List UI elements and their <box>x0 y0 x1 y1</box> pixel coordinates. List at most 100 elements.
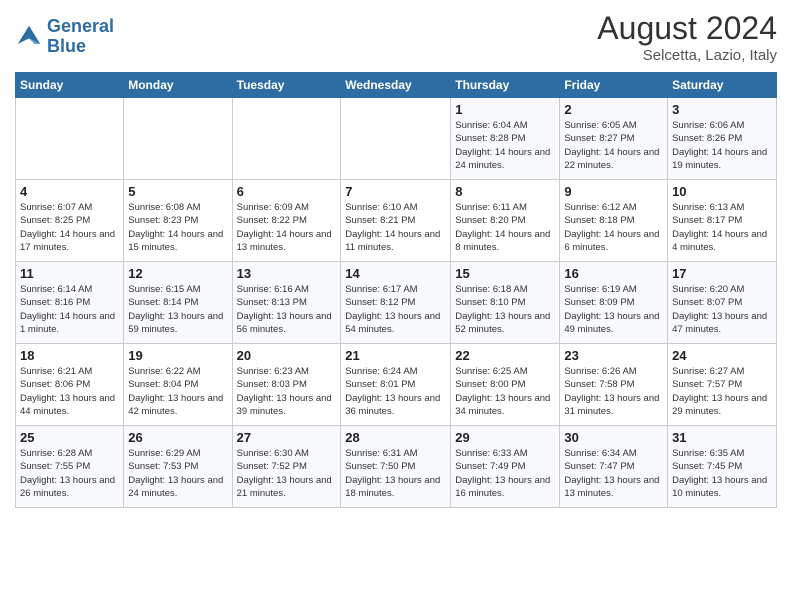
day-info: Sunrise: 6:28 AM <box>20 447 119 460</box>
day-info: Daylight: 13 hours and 54 minutes. <box>345 310 446 337</box>
col-monday: Monday <box>124 73 232 98</box>
day-info: Daylight: 14 hours and 4 minutes. <box>672 228 772 255</box>
day-info: Sunset: 8:10 PM <box>455 296 555 309</box>
day-info: Sunrise: 6:09 AM <box>237 201 337 214</box>
day-cell <box>16 98 124 180</box>
day-info: Daylight: 13 hours and 16 minutes. <box>455 474 555 501</box>
day-info: Sunset: 8:06 PM <box>20 378 119 391</box>
day-info: Sunset: 8:17 PM <box>672 214 772 227</box>
day-cell: 17Sunrise: 6:20 AMSunset: 8:07 PMDayligh… <box>668 262 777 344</box>
day-info: Sunset: 8:13 PM <box>237 296 337 309</box>
day-info: Daylight: 14 hours and 11 minutes. <box>345 228 446 255</box>
day-info: Sunrise: 6:16 AM <box>237 283 337 296</box>
day-info: Daylight: 14 hours and 6 minutes. <box>564 228 663 255</box>
day-cell: 5Sunrise: 6:08 AMSunset: 8:23 PMDaylight… <box>124 180 232 262</box>
day-info: Sunrise: 6:33 AM <box>455 447 555 460</box>
page: General Blue August 2024 Selcetta, Lazio… <box>0 0 792 612</box>
day-info: Sunrise: 6:18 AM <box>455 283 555 296</box>
day-cell: 12Sunrise: 6:15 AMSunset: 8:14 PMDayligh… <box>124 262 232 344</box>
calendar-header: Sunday Monday Tuesday Wednesday Thursday… <box>16 73 777 98</box>
day-info: Sunset: 7:53 PM <box>128 460 227 473</box>
day-info: Daylight: 13 hours and 13 minutes. <box>564 474 663 501</box>
title-block: August 2024 Selcetta, Lazio, Italy <box>597 10 777 64</box>
day-info: Sunset: 8:26 PM <box>672 132 772 145</box>
day-info: Sunset: 8:18 PM <box>564 214 663 227</box>
col-tuesday: Tuesday <box>232 73 341 98</box>
day-cell: 29 Sunrise: 6:33 AMSunset: 7:49 PMDayligh… <box>451 426 560 508</box>
day-number: 6 <box>237 184 337 199</box>
day-info: Daylight: 13 hours and 44 minutes. <box>20 392 119 419</box>
day-info: Sunset: 8:04 PM <box>128 378 227 391</box>
day-info: Daylight: 13 hours and 52 minutes. <box>455 310 555 337</box>
day-info: Sunrise: 6:04 AM <box>455 119 555 132</box>
day-info: Sunset: 8:22 PM <box>237 214 337 227</box>
day-info: Sunset: 8:28 PM <box>455 132 555 145</box>
day-info: Sunrise: 6:19 AM <box>564 283 663 296</box>
day-info: Sunrise: 6:22 AM <box>128 365 227 378</box>
day-info: Sunrise: 6:31 AM <box>345 447 446 460</box>
logo-line2: Blue <box>47 36 86 56</box>
day-info: Daylight: 14 hours and 15 minutes. <box>128 228 227 255</box>
day-number: 23 <box>564 348 663 363</box>
day-number: 8 <box>455 184 555 199</box>
day-info: Sunset: 7:57 PM <box>672 378 772 391</box>
day-info: Sunrise: 6:10 AM <box>345 201 446 214</box>
day-info: Sunrise: 6:35 AM <box>672 447 772 460</box>
day-cell: 31Sunrise: 6:35 AMSunset: 7:45 PMDayligh… <box>668 426 777 508</box>
day-number: 22 <box>455 348 555 363</box>
day-cell: 13Sunrise: 6:16 AMSunset: 8:13 PMDayligh… <box>232 262 341 344</box>
week-row-4: 25Sunrise: 6:28 AMSunset: 7:55 PMDayligh… <box>16 426 777 508</box>
day-cell: 16Sunrise: 6:19 AMSunset: 8:09 PMDayligh… <box>560 262 668 344</box>
day-number: 3 <box>672 102 772 117</box>
day-info: Sunrise: 6:34 AM <box>564 447 663 460</box>
day-info: Sunset: 8:12 PM <box>345 296 446 309</box>
day-number: 24 <box>672 348 772 363</box>
day-number: 1 <box>455 102 555 117</box>
col-sunday: Sunday <box>16 73 124 98</box>
day-info: Sunrise: 6:25 AM <box>455 365 555 378</box>
calendar-body: 1 Sunrise: 6:04 AMSunset: 8:28 PM Daylight… <box>16 98 777 508</box>
day-info: Daylight: 13 hours and 24 minutes. <box>128 474 227 501</box>
day-info: Sunrise: 6:23 AM <box>237 365 337 378</box>
day-number: 15 <box>455 266 555 281</box>
day-info: Daylight: 13 hours and 34 minutes. <box>455 392 555 419</box>
header-row: Sunday Monday Tuesday Wednesday Thursday… <box>16 73 777 98</box>
day-info: Sunset: 7:58 PM <box>564 378 663 391</box>
day-info: Sunrise: 6:27 AM <box>672 365 772 378</box>
day-cell <box>232 98 341 180</box>
day-number: 25 <box>20 430 119 445</box>
col-thursday: Thursday <box>451 73 560 98</box>
day-number: 17 <box>672 266 772 281</box>
day-number: 26 <box>128 430 227 445</box>
day-info: Sunset: 8:09 PM <box>564 296 663 309</box>
day-cell: 4Sunrise: 6:07 AMSunset: 8:25 PMDaylight… <box>16 180 124 262</box>
header: General Blue August 2024 Selcetta, Lazio… <box>15 10 777 64</box>
day-number: 13 <box>237 266 337 281</box>
day-cell: 26 Sunrise: 6:29 AMSunset: 7:53 PMDayligh… <box>124 426 232 508</box>
day-number: 30 <box>564 430 663 445</box>
day-number: 27 <box>237 430 337 445</box>
day-number: 18 <box>20 348 119 363</box>
day-info: Sunset: 8:00 PM <box>455 378 555 391</box>
day-info: Sunset: 8:03 PM <box>237 378 337 391</box>
day-number: 10 <box>672 184 772 199</box>
day-info: Sunset: 7:50 PM <box>345 460 446 473</box>
day-cell: 3Sunrise: 6:06 AMSunset: 8:26 PMDaylight… <box>668 98 777 180</box>
day-number: 9 <box>564 184 663 199</box>
day-number: 21 <box>345 348 446 363</box>
day-cell: 11Sunrise: 6:14 AMSunset: 8:16 PMDayligh… <box>16 262 124 344</box>
day-number: 5 <box>128 184 227 199</box>
day-info: Sunset: 8:23 PM <box>128 214 227 227</box>
day-cell: 22 Sunrise: 6:25 AMSunset: 8:00 PMDayligh… <box>451 344 560 426</box>
day-number: 29 <box>455 430 555 445</box>
day-info: Sunrise: 6:07 AM <box>20 201 119 214</box>
day-info: Sunset: 8:27 PM <box>564 132 663 145</box>
day-info: Sunset: 7:49 PM <box>455 460 555 473</box>
day-number: 28 <box>345 430 446 445</box>
day-info: Sunset: 8:16 PM <box>20 296 119 309</box>
day-info: Sunrise: 6:20 AM <box>672 283 772 296</box>
day-info: Sunset: 8:01 PM <box>345 378 446 391</box>
day-info: Daylight: 13 hours and 31 minutes. <box>564 392 663 419</box>
day-cell: 21Sunrise: 6:24 AMSunset: 8:01 PMDayligh… <box>341 344 451 426</box>
day-info: Sunrise: 6:29 AM <box>128 447 227 460</box>
